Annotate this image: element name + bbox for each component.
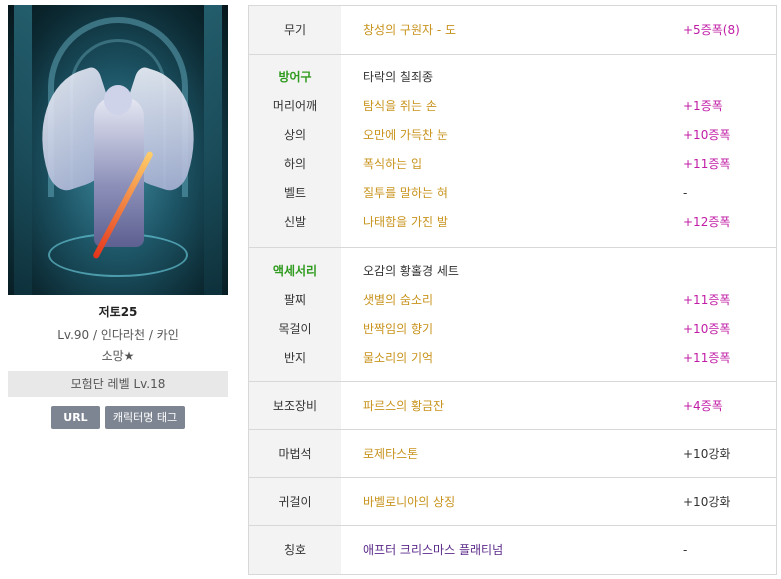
sub-equipment-label: 보조장비 xyxy=(272,399,318,413)
accessory-label: 액세서리 xyxy=(272,264,318,278)
earring-label: 귀걸이 xyxy=(278,495,312,509)
character-tag-button[interactable]: 캐릭터명 태그 xyxy=(105,406,185,429)
title-row: 칭호 애프터 크리스마스 플래티넘 - xyxy=(249,540,776,560)
pillar-left xyxy=(14,5,32,295)
earring-value: +10강화 xyxy=(683,495,731,509)
accessory-row: 팔찌 샛별의 숨소리 +11증폭 xyxy=(249,290,776,310)
armor-value: - xyxy=(683,186,688,200)
armor-slot-label: 머리어깨 xyxy=(272,99,318,113)
armor-value: +11증폭 xyxy=(683,157,731,171)
armor-item[interactable]: 질투를 말하는 혀 xyxy=(363,183,663,203)
armor-value: +10증폭 xyxy=(683,128,731,142)
accessory-item[interactable]: 반짝임의 향기 xyxy=(363,319,663,339)
title-label: 칭호 xyxy=(283,543,307,557)
pillar-right xyxy=(204,5,222,295)
accessory-value: +11증폭 xyxy=(683,293,731,307)
accessory-slot-label: 팔찌 xyxy=(283,293,307,307)
character-name: 저토25 xyxy=(98,305,138,319)
armor-set-row: 방어구 타락의 칠죄종 xyxy=(249,67,776,87)
accessory-slot-label: 목걸이 xyxy=(278,322,312,336)
sub-equipment-value: +4증폭 xyxy=(683,399,723,413)
weapon-label: 무기 xyxy=(283,23,307,37)
accessory-set-row: 액세서리 오감의 황홀경 세트 xyxy=(249,261,776,281)
earring-row: 귀걸이 바벨로니아의 상징 +10강화 xyxy=(249,492,776,512)
accessory-item[interactable]: 샛별의 숨소리 xyxy=(363,290,663,310)
accessory-slot-label: 반지 xyxy=(283,351,307,365)
adventure-level: 모험단 레벨 Lv.18 xyxy=(8,371,228,397)
character-hope: 소망★ xyxy=(101,349,135,363)
accessory-group: 액세서리 오감의 황홀경 세트 팔찌 샛별의 숨소리 +11증폭 목걸이 반짝임… xyxy=(249,248,776,382)
weapon-group: 무기 창성의 구원자 - 도 +5증폭(8) xyxy=(249,6,776,55)
earring-group: 귀걸이 바벨로니아의 상징 +10강화 xyxy=(249,478,776,526)
armor-item[interactable]: 오만에 가득찬 눈 xyxy=(363,125,663,145)
armor-item[interactable]: 폭식하는 입 xyxy=(363,154,663,174)
title-value: - xyxy=(683,543,688,557)
title-item[interactable]: 애프터 크리스마스 플래티넘 xyxy=(363,540,663,560)
armor-slot-label: 벨트 xyxy=(283,186,307,200)
sub-equipment-item[interactable]: 파르스의 황금잔 xyxy=(363,396,663,416)
weapon-row: 무기 창성의 구원자 - 도 +5증폭(8) xyxy=(249,20,776,40)
magic-stone-value: +10강화 xyxy=(683,447,731,461)
armor-value: +12증폭 xyxy=(683,215,731,229)
accessory-value: +11증폭 xyxy=(683,351,731,365)
character-head xyxy=(104,85,132,115)
armor-slot-label: 상의 xyxy=(283,128,307,142)
armor-group: 방어구 타락의 칠죄종 머리어깨 탐식을 쥐는 손 +1증폭 상의 오만에 가득… xyxy=(249,55,776,248)
armor-row: 상의 오만에 가득찬 눈 +10증폭 xyxy=(249,125,776,145)
sub-equipment-row: 보조장비 파르스의 황금잔 +4증폭 xyxy=(249,396,776,416)
magic-stone-group: 마법석 로제타스톤 +10강화 xyxy=(249,430,776,478)
armor-label: 방어구 xyxy=(278,70,312,84)
armor-value: +1증폭 xyxy=(683,99,723,113)
character-info: Lv.90 / 인다라천 / 카인 xyxy=(57,328,179,342)
weapon-value: +5증폭(8) xyxy=(683,23,740,37)
armor-item[interactable]: 나태함을 가진 발 xyxy=(363,212,663,232)
armor-row: 벨트 질투를 말하는 혀 - xyxy=(249,183,776,203)
armor-slot-label: 신발 xyxy=(283,215,307,229)
url-button[interactable]: URL xyxy=(51,406,100,429)
character-portrait xyxy=(8,5,228,295)
armor-row: 머리어깨 탐식을 쥐는 손 +1증폭 xyxy=(249,96,776,116)
equipment-table: 무기 창성의 구원자 - 도 +5증폭(8) 방어구 타락의 칠죄종 머리어깨 … xyxy=(248,5,777,575)
title-group: 칭호 애프터 크리스마스 플래티넘 - xyxy=(249,526,776,574)
armor-item[interactable]: 탐식을 쥐는 손 xyxy=(363,96,663,116)
armor-set-name[interactable]: 타락의 칠죄종 xyxy=(363,67,663,87)
sub-equipment-group: 보조장비 파르스의 황금잔 +4증폭 xyxy=(249,382,776,430)
weapon-item[interactable]: 창성의 구원자 - 도 xyxy=(363,20,663,40)
earring-item[interactable]: 바벨로니아의 상징 xyxy=(363,492,663,512)
accessory-item[interactable]: 물소리의 기억 xyxy=(363,348,663,368)
armor-row: 하의 폭식하는 입 +11증폭 xyxy=(249,154,776,174)
accessory-row: 목걸이 반짝임의 향기 +10증폭 xyxy=(249,319,776,339)
accessory-value: +10증폭 xyxy=(683,322,731,336)
accessory-set-name[interactable]: 오감의 황홀경 세트 xyxy=(363,261,663,281)
magic-stone-row: 마법석 로제타스톤 +10강화 xyxy=(249,444,776,464)
armor-slot-label: 하의 xyxy=(283,157,307,171)
accessory-row: 반지 물소리의 기억 +11증폭 xyxy=(249,348,776,368)
magic-stone-item[interactable]: 로제타스톤 xyxy=(363,444,663,464)
armor-row: 신발 나태함을 가진 발 +12증폭 xyxy=(249,212,776,232)
magic-stone-label: 마법석 xyxy=(278,447,312,461)
